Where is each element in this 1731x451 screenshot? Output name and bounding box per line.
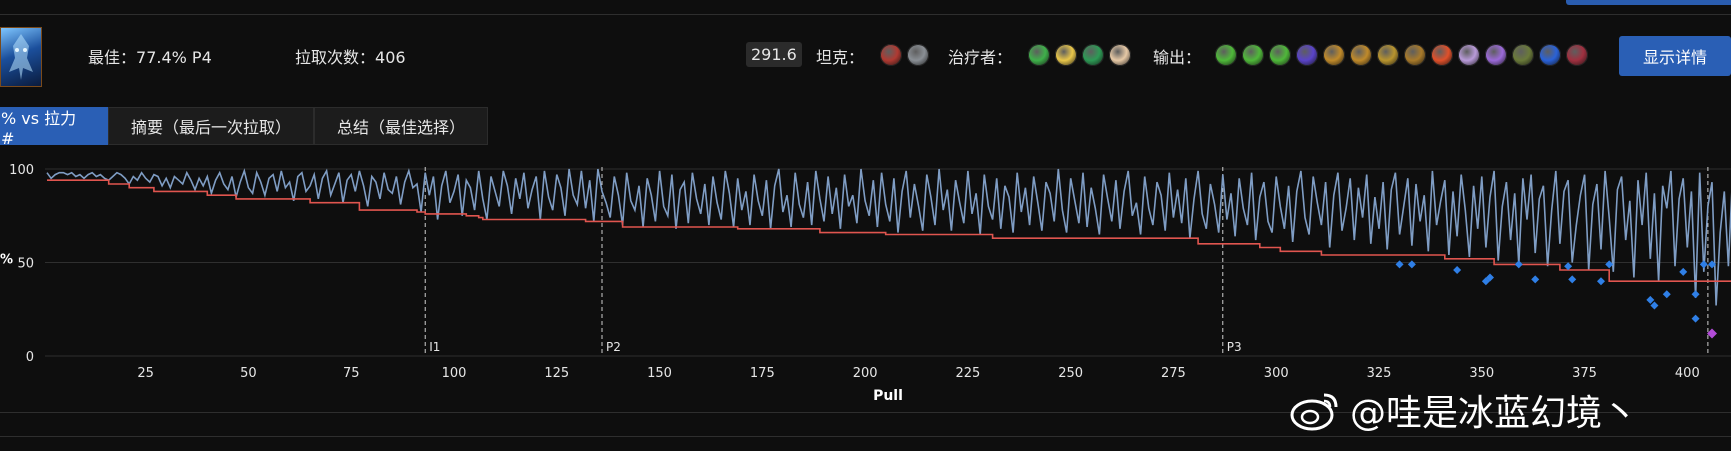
progress-marker xyxy=(1597,277,1605,286)
y-axis-label: % xyxy=(0,253,13,268)
progress-marker xyxy=(1699,260,1708,269)
best-label: 最佳： xyxy=(88,48,137,67)
x-tick-label: 350 xyxy=(1469,366,1494,381)
dps-spec-icon-1 xyxy=(1215,44,1237,66)
dps-spec-icon-9 xyxy=(1431,44,1453,66)
dps-label: 输出： xyxy=(1153,48,1202,67)
dps-spec-icon-6 xyxy=(1350,44,1372,66)
x-tick-label: 200 xyxy=(853,366,878,381)
dps-icons xyxy=(1215,44,1588,66)
healer-icons xyxy=(1028,44,1131,66)
dps-spec-icon-13 xyxy=(1539,44,1561,66)
y-tick-label: 50 xyxy=(17,257,34,272)
progress-marker xyxy=(1568,275,1577,284)
tab-percent-vs-pull[interactable]: % vs 拉力 # xyxy=(0,107,108,148)
dps-spec-icon-11 xyxy=(1485,44,1507,66)
weibo-watermark: @哇是冰蓝幻境丶 xyxy=(1290,384,1638,436)
y-tick-label: 100 xyxy=(9,163,34,178)
dps-spec-icon-4 xyxy=(1296,44,1318,66)
tank-spec-icon-2 xyxy=(907,44,929,66)
dps-spec-icon-12 xyxy=(1512,44,1534,66)
boss-portrait-art xyxy=(9,34,33,80)
best-progress: 最佳：77.4% P4 xyxy=(88,44,212,68)
pull-percent-series-line xyxy=(46,168,1731,306)
tab-summary-last-pull[interactable]: 摘要（最后一次拉取） xyxy=(108,107,315,145)
progress-marker xyxy=(1691,314,1700,323)
healer-spec-icon-2 xyxy=(1055,44,1077,66)
progress-marker xyxy=(1646,295,1655,304)
tab-bar: % vs 拉力 # 摘要（最后一次拉取） 总结（最佳选择） xyxy=(0,107,489,148)
dps-spec-icon-2 xyxy=(1242,44,1264,66)
healer-spec-icon-4 xyxy=(1109,44,1131,66)
x-tick-label: 50 xyxy=(240,366,257,381)
x-tick-label: 275 xyxy=(1161,366,1186,381)
dps-spec-icon-3 xyxy=(1269,44,1291,66)
progress-marker xyxy=(1531,275,1540,284)
tank-spec-icon-1 xyxy=(880,44,902,66)
report-header: 最佳：77.4% P4 拉取次数：406 291.6 坦克： 治疗者： 输出： … xyxy=(0,22,1731,92)
x-tick-label: 325 xyxy=(1367,366,1392,381)
x-tick-label: 150 xyxy=(647,366,672,381)
x-tick-label: 250 xyxy=(1058,366,1083,381)
progress-marker xyxy=(1395,260,1404,269)
progress-marker xyxy=(1691,290,1700,299)
progress-marker xyxy=(1453,265,1462,274)
tank-icons xyxy=(880,44,929,66)
progress-marker xyxy=(1650,301,1659,310)
x-tick-label: 25 xyxy=(137,366,154,381)
top-divider xyxy=(0,14,1731,15)
tab-summary-best[interactable]: 总结（最佳选择） xyxy=(314,107,489,145)
phase-marker-label: I1 xyxy=(429,340,440,354)
pull-count: 拉取次数：406 xyxy=(295,44,406,68)
tank-label: 坦克： xyxy=(816,48,865,67)
score-badge: 291.6 xyxy=(746,42,802,67)
x-tick-label: 375 xyxy=(1572,366,1597,381)
weibo-logo-icon xyxy=(1290,393,1338,431)
pulls-label: 拉取次数： xyxy=(295,48,376,67)
progress-marker xyxy=(1679,267,1688,276)
x-tick-label: 225 xyxy=(955,366,980,381)
show-details-button[interactable]: 显示详情 xyxy=(1619,36,1731,76)
dps-spec-icon-5 xyxy=(1323,44,1345,66)
boss-portrait xyxy=(0,27,42,87)
top-button-edge[interactable] xyxy=(1566,0,1731,5)
pulls-value: 406 xyxy=(375,48,406,67)
healer-label: 治疗者： xyxy=(948,48,1013,67)
phase-marker-label: P3 xyxy=(1227,340,1242,354)
best-value: 77.4% P4 xyxy=(136,48,212,67)
best-percent-step-line xyxy=(47,179,1731,282)
x-tick-label: 75 xyxy=(343,366,360,381)
x-tick-label: 100 xyxy=(442,366,467,381)
dps-spec-icon-8 xyxy=(1404,44,1426,66)
dps-spec-icon-10 xyxy=(1458,44,1480,66)
progress-chart: 0 50 100% 25 50 75 100 125 150 175 200 225 250 275 300… xyxy=(0,163,1731,404)
dps-spec-icon-14 xyxy=(1566,44,1588,66)
progress-marker xyxy=(1514,260,1523,269)
progress-marker xyxy=(1564,262,1573,271)
x-tick-label: 400 xyxy=(1675,366,1700,381)
x-tick-label: 300 xyxy=(1264,366,1289,381)
x-axis-label: Pull xyxy=(873,388,903,404)
progress-marker xyxy=(1407,260,1416,269)
progress-marker xyxy=(1662,290,1671,299)
watermark-text: @哇是冰蓝幻境丶 xyxy=(1350,393,1639,434)
y-tick-label: 0 xyxy=(26,350,34,365)
dps-spec-icon-7 xyxy=(1377,44,1399,66)
x-tick-label: 125 xyxy=(544,366,569,381)
phase-marker-label: P2 xyxy=(606,340,621,354)
x-tick-label: 175 xyxy=(750,366,775,381)
healer-spec-icon-1 xyxy=(1028,44,1050,66)
healer-spec-icon-3 xyxy=(1082,44,1104,66)
bottom-divider-2 xyxy=(0,436,1731,437)
final-pull-marker xyxy=(1707,328,1717,339)
